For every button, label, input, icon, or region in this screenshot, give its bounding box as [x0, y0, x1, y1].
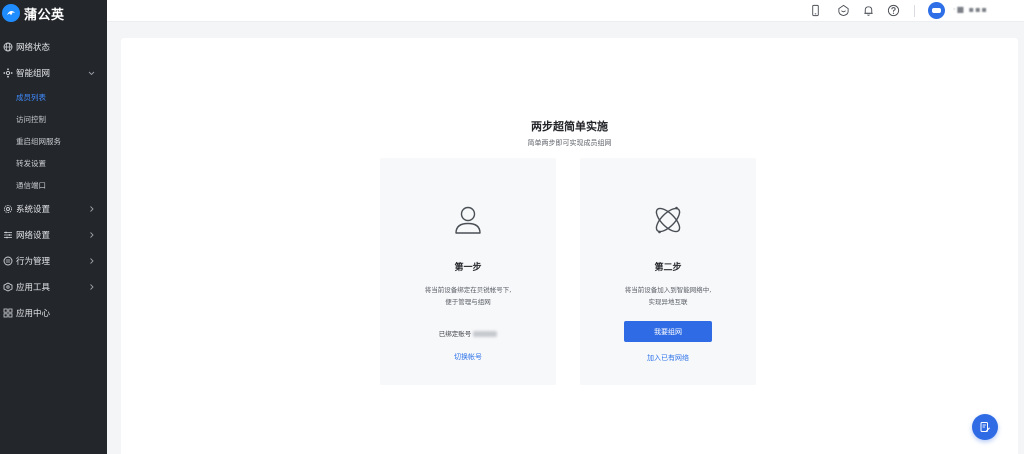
- help-icon[interactable]: [886, 3, 900, 17]
- step-one-title: 第一步: [454, 263, 482, 273]
- step-two-card: 第二步 将当前设备加入到智能网络中, 实现异地互联 我要组网 加入已有网络: [580, 158, 756, 385]
- sidebar-item-label: 行为管理: [16, 257, 51, 267]
- sidebar-subitem-access-control[interactable]: 访问控制: [0, 108, 107, 130]
- sidebar-item-label: 应用中心: [16, 309, 51, 319]
- switch-account-link[interactable]: 切换帐号: [380, 352, 556, 362]
- page-subtitle: 简单两步即可实现成员组网: [527, 139, 612, 147]
- bound-account-label: 已绑定账号: [438, 330, 472, 338]
- bell-icon[interactable]: [861, 3, 875, 17]
- sidebar-item-label: 智能组网: [16, 69, 51, 79]
- document-edit-icon: [980, 422, 990, 432]
- atom-network-icon: [650, 202, 686, 238]
- gear-icon: [3, 204, 13, 214]
- step-two-description: 将当前设备加入到智能网络中, 实现异地互联: [580, 284, 756, 308]
- chevron-right-icon: [88, 284, 95, 291]
- top-bar: ·■ ▪▪▪: [107, 0, 1024, 22]
- brand[interactable]: 蒲公英: [0, 0, 107, 26]
- step-two-desc-line2: 实现异地互联: [648, 298, 688, 306]
- chevron-right-icon: [88, 258, 95, 265]
- main-panel: 两步超简单实施 简单两步即可实现成员组网 第一步 将当前设备绑定在贝锐帐号下, …: [121, 38, 1018, 454]
- sidebar-item-app-center[interactable]: 应用中心: [0, 300, 107, 326]
- sidebar-subitem-forward-settings[interactable]: 转发设置: [0, 152, 107, 174]
- step-one-desc-line2: 便于管理与组网: [445, 298, 491, 306]
- dandelion-logo-icon: [2, 4, 20, 22]
- brand-name: 蒲公英: [24, 7, 65, 23]
- sidebar-item-label: 网络设置: [16, 231, 51, 241]
- sidebar-nav: 网络状态 智能组网 成员列表 访问控制 重启组网服务 转发设置 通信端口 系统设…: [0, 34, 107, 326]
- network-nodes-icon: [3, 68, 13, 78]
- user-icon: [450, 202, 486, 238]
- sidebar-item-label: 网络状态: [16, 43, 51, 53]
- feedback-fab-button[interactable]: [972, 414, 998, 440]
- behavior-icon: [3, 256, 13, 266]
- chevron-right-icon: [88, 206, 95, 213]
- sidebar: 蒲公英 网络状态 智能组网 成员列表 访问控制 重启组网服务 转发设置 通信端口: [0, 0, 107, 454]
- topbar-divider: [914, 5, 915, 17]
- sliders-icon: [3, 230, 13, 240]
- sidebar-item-app-tools[interactable]: 应用工具: [0, 274, 107, 300]
- sidebar-item-label: 应用工具: [16, 283, 51, 293]
- avatar-glyph: [932, 8, 941, 13]
- sidebar-subitem-member-list[interactable]: 成员列表: [0, 86, 107, 108]
- step-one-desc-line1: 将当前设备绑定在贝锐帐号下,: [424, 286, 512, 294]
- join-existing-network-link[interactable]: 加入已有网络: [580, 353, 756, 363]
- bound-account: 已绑定账号: [380, 328, 556, 338]
- sidebar-item-network-status[interactable]: 网络状态: [0, 34, 107, 60]
- username[interactable]: ·■ ▪▪▪: [953, 5, 988, 14]
- sidebar-item-label: 系统设置: [16, 205, 51, 215]
- sidebar-subitem-comm-port[interactable]: 通信端口: [0, 174, 107, 196]
- sidebar-item-network-settings[interactable]: 网络设置: [0, 222, 107, 248]
- app-grid-icon: [3, 308, 13, 318]
- step-one-card: 第一步 将当前设备绑定在贝锐帐号下, 便于管理与组网 已绑定账号 切换帐号: [380, 158, 556, 385]
- step-two-title: 第二步: [654, 263, 682, 273]
- mobile-icon[interactable]: [808, 3, 822, 17]
- sidebar-subitem-restart-service[interactable]: 重启组网服务: [0, 130, 107, 152]
- support-icon[interactable]: [836, 3, 850, 17]
- page-title: 两步超简单实施: [531, 120, 608, 133]
- masked-account-value: [473, 331, 498, 337]
- sidebar-item-system-settings[interactable]: 系统设置: [0, 196, 107, 222]
- step-two-desc-line1: 将当前设备加入到智能网络中,: [624, 286, 712, 294]
- chevron-right-icon: [88, 232, 95, 239]
- avatar[interactable]: [928, 2, 945, 19]
- step-one-description: 将当前设备绑定在贝锐帐号下, 便于管理与组网: [380, 284, 556, 308]
- sidebar-item-behavior-management[interactable]: 行为管理: [0, 248, 107, 274]
- toolbox-icon: [3, 282, 13, 292]
- globe-icon: [3, 42, 13, 52]
- create-network-button[interactable]: 我要组网: [624, 321, 712, 342]
- sidebar-item-smart-network[interactable]: 智能组网: [0, 60, 107, 86]
- chevron-down-icon: [88, 70, 95, 77]
